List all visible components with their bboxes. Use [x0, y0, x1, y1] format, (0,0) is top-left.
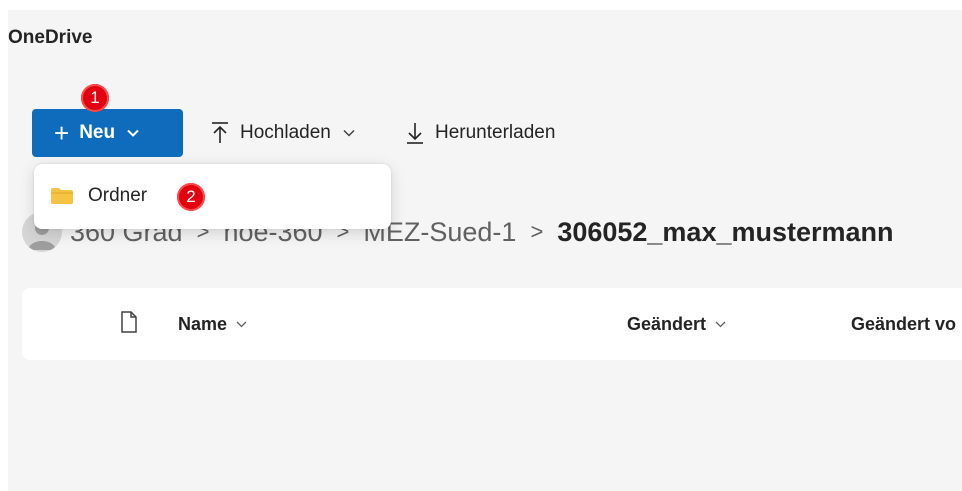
new-button[interactable]: + Neu — [32, 109, 183, 157]
chevron-down-icon — [127, 129, 139, 137]
upload-button[interactable]: Hochladen — [210, 118, 365, 148]
breadcrumb-separator: > — [530, 219, 544, 244]
breadcrumb-current: 306052_max_mustermann — [557, 216, 894, 247]
chevron-down-icon — [715, 321, 726, 328]
plus-icon: + — [54, 118, 70, 148]
column-header-name[interactable]: Name — [178, 314, 247, 335]
step-marker-2: 2 — [177, 183, 205, 211]
new-button-label: Neu — [79, 122, 116, 143]
column-label: Geändert vo — [851, 314, 957, 334]
file-type-icon[interactable] — [120, 310, 138, 334]
content-area — [8, 10, 962, 491]
chevron-down-icon — [236, 321, 247, 328]
column-header-modified-by[interactable]: Geändert vo — [851, 314, 962, 335]
app-title: OneDrive — [8, 27, 93, 48]
menu-item-label: Ordner — [88, 185, 148, 206]
menu-item-folder[interactable]: Ordner — [50, 180, 147, 212]
download-icon — [407, 123, 423, 144]
file-list-header: Name Geändert Geändert vo — [22, 288, 962, 360]
upload-icon — [212, 122, 228, 143]
download-button[interactable]: Herunterladen — [405, 118, 555, 148]
folder-icon — [51, 188, 73, 204]
column-label: Geändert — [627, 314, 707, 334]
column-label: Name — [178, 314, 228, 334]
upload-label: Hochladen — [240, 122, 331, 143]
chevron-down-icon — [343, 129, 365, 137]
column-header-modified[interactable]: Geändert — [627, 314, 726, 335]
new-menu: Ordner — [34, 164, 391, 229]
step-marker-1: 1 — [81, 84, 109, 112]
download-label: Herunterladen — [435, 122, 556, 143]
